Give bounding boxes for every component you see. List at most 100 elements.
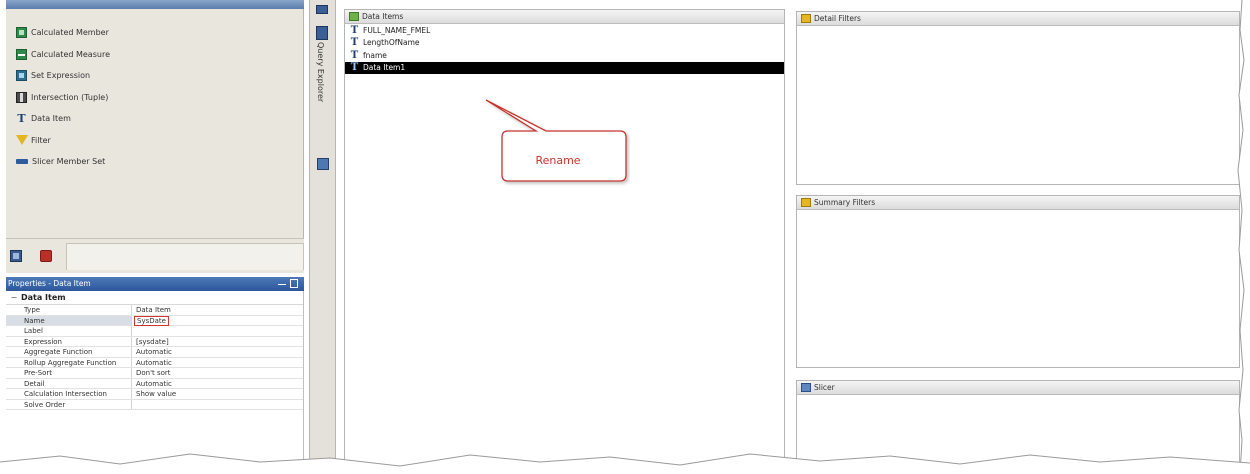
data-item-label: LengthOfName (363, 38, 420, 48)
property-key: Calculation Intersection (6, 389, 132, 399)
data-items-icon (349, 12, 359, 21)
property-row-name[interactable]: Name SysDate (6, 315, 303, 326)
toolbox-item-slicer-member-set[interactable]: Slicer Member Set (16, 151, 110, 173)
filter-icon (801, 198, 811, 207)
property-value (132, 326, 303, 336)
page-explorer-icon[interactable] (317, 158, 329, 170)
toolbox-item-calculated-measure[interactable]: Calculated Measure (16, 44, 110, 66)
data-item-row-selected[interactable]: T Data Item1 (345, 61, 784, 74)
toolbox-list: Calculated Member Calculated Measure Set… (16, 22, 110, 173)
toolbox-title-bar (6, 0, 304, 9)
query-explorer-label[interactable]: Query Explorer (316, 42, 325, 102)
slicer-icon (801, 383, 811, 392)
maximize-icon[interactable] (290, 279, 298, 288)
property-value: Don't sort (136, 369, 171, 377)
property-value: Show value (136, 390, 177, 398)
property-row-expression[interactable]: Expression [sysdate] (6, 336, 303, 347)
properties-group[interactable]: − Data Item (6, 291, 303, 305)
data-item-icon: T (350, 62, 359, 74)
slicer-title: Slicer (814, 382, 835, 392)
source-tab-icon[interactable] (40, 250, 52, 262)
calculated-member-icon (16, 27, 27, 39)
callout-text: Rename (535, 154, 581, 167)
calculated-measure-icon (16, 48, 27, 60)
data-item-row[interactable]: T fname (345, 49, 784, 62)
data-item-row[interactable]: T FULL_NAME_FMEL (345, 24, 784, 37)
torn-edge-right (1237, 0, 1250, 474)
property-value: [sysdate] (136, 337, 169, 346)
property-key: Detail (6, 378, 132, 388)
data-item-icon: T (350, 49, 359, 61)
property-row-pre-sort[interactable]: Pre-Sort Don't sort (6, 368, 303, 379)
property-row-solve-order[interactable]: Solve Order (6, 399, 303, 410)
data-items-panel: Data Items T FULL_NAME_FMEL T LengthOfNa… (344, 9, 785, 474)
summary-filters-title: Summary Filters (814, 197, 876, 207)
properties-header: Properties - Data Item (6, 277, 304, 291)
property-key: Solve Order (6, 399, 132, 409)
intersection-icon (16, 91, 27, 103)
query-explorer-icon[interactable] (316, 26, 328, 40)
detail-filters-panel: Detail Filters (796, 11, 1240, 185)
toolbox-item-label: Calculated Measure (31, 49, 110, 59)
toolbox-tab-icon[interactable] (10, 250, 22, 262)
name-value-highlight[interactable]: SysDate (134, 315, 169, 326)
toolbox-item-label: Data Item (31, 114, 71, 124)
data-item-label: fname (363, 50, 387, 60)
slicer-header: Slicer (797, 381, 1239, 395)
properties-title: Properties - Data Item (8, 279, 91, 288)
property-value: Automatic (136, 358, 172, 367)
property-row-calculation-intersection[interactable]: Calculation Intersection Show value (6, 389, 303, 400)
property-value: Data Item (136, 306, 171, 314)
torn-edge-bottom (0, 453, 1250, 474)
toolbox-item-set-expression[interactable]: Set Expression (16, 65, 110, 87)
data-items-header: Data Items (345, 10, 784, 24)
property-row-type[interactable]: Type Data Item (6, 305, 303, 316)
property-row-aggregate-function[interactable]: Aggregate Function Automatic (6, 347, 303, 358)
summary-filters-header: Summary Filters (797, 196, 1239, 210)
data-item-label: Data Item1 (363, 63, 406, 73)
filter-icon (16, 135, 28, 146)
detail-filters-header: Detail Filters (797, 12, 1239, 26)
toolbox-tab-area (66, 243, 304, 270)
collapse-icon[interactable]: − (10, 291, 18, 305)
toolbox-panel: Calculated Member Calculated Measure Set… (6, 0, 304, 268)
properties-group-label: Data Item (21, 293, 66, 302)
slicer-member-set-icon (16, 159, 28, 165)
set-expression-icon (16, 70, 27, 82)
data-item-label: FULL_NAME_FMEL (363, 25, 431, 35)
property-key: Label (6, 326, 132, 336)
data-item-icon: T (17, 112, 26, 126)
toolbox-item-label: Calculated Member (31, 28, 109, 38)
toolbox-item-data-item[interactable]: T Data Item (16, 108, 110, 130)
property-value: Automatic (136, 348, 172, 356)
minimize-icon[interactable] (278, 279, 286, 285)
property-key: Pre-Sort (6, 368, 132, 378)
property-key: Type (6, 305, 132, 315)
property-value (132, 400, 303, 410)
property-row-detail[interactable]: Detail Automatic (6, 378, 303, 389)
data-item-icon: T (350, 24, 359, 36)
property-value: Automatic (136, 379, 172, 388)
data-item-row[interactable]: T LengthOfName (345, 37, 784, 50)
toolbox-item-intersection[interactable]: Intersection (Tuple) (16, 87, 110, 109)
property-row-label[interactable]: Label (6, 326, 303, 337)
property-row-rollup-aggregate-function[interactable]: Rollup Aggregate Function Automatic (6, 357, 303, 368)
toolbar-icon[interactable] (316, 5, 328, 14)
toolbox-item-filter[interactable]: Filter (16, 130, 110, 152)
detail-filters-title: Detail Filters (814, 13, 861, 23)
property-key: Expression (6, 336, 132, 346)
property-key: Name (6, 315, 132, 325)
property-value[interactable]: SysDate (132, 315, 303, 326)
property-key: Rollup Aggregate Function (6, 357, 132, 367)
property-key: Aggregate Function (6, 347, 132, 357)
filter-icon (801, 14, 811, 23)
summary-filters-panel: Summary Filters (796, 195, 1240, 368)
toolbox-item-calculated-member[interactable]: Calculated Member (16, 22, 110, 44)
toolbox-item-label: Slicer Member Set (32, 157, 106, 167)
toolbox-item-label: Set Expression (31, 71, 91, 81)
data-items-title: Data Items (362, 11, 404, 21)
query-explorer-strip: Query Explorer (309, 0, 336, 474)
data-item-icon: T (350, 37, 359, 49)
properties-window-buttons (278, 279, 298, 288)
toolbox-item-label: Intersection (Tuple) (31, 92, 109, 102)
